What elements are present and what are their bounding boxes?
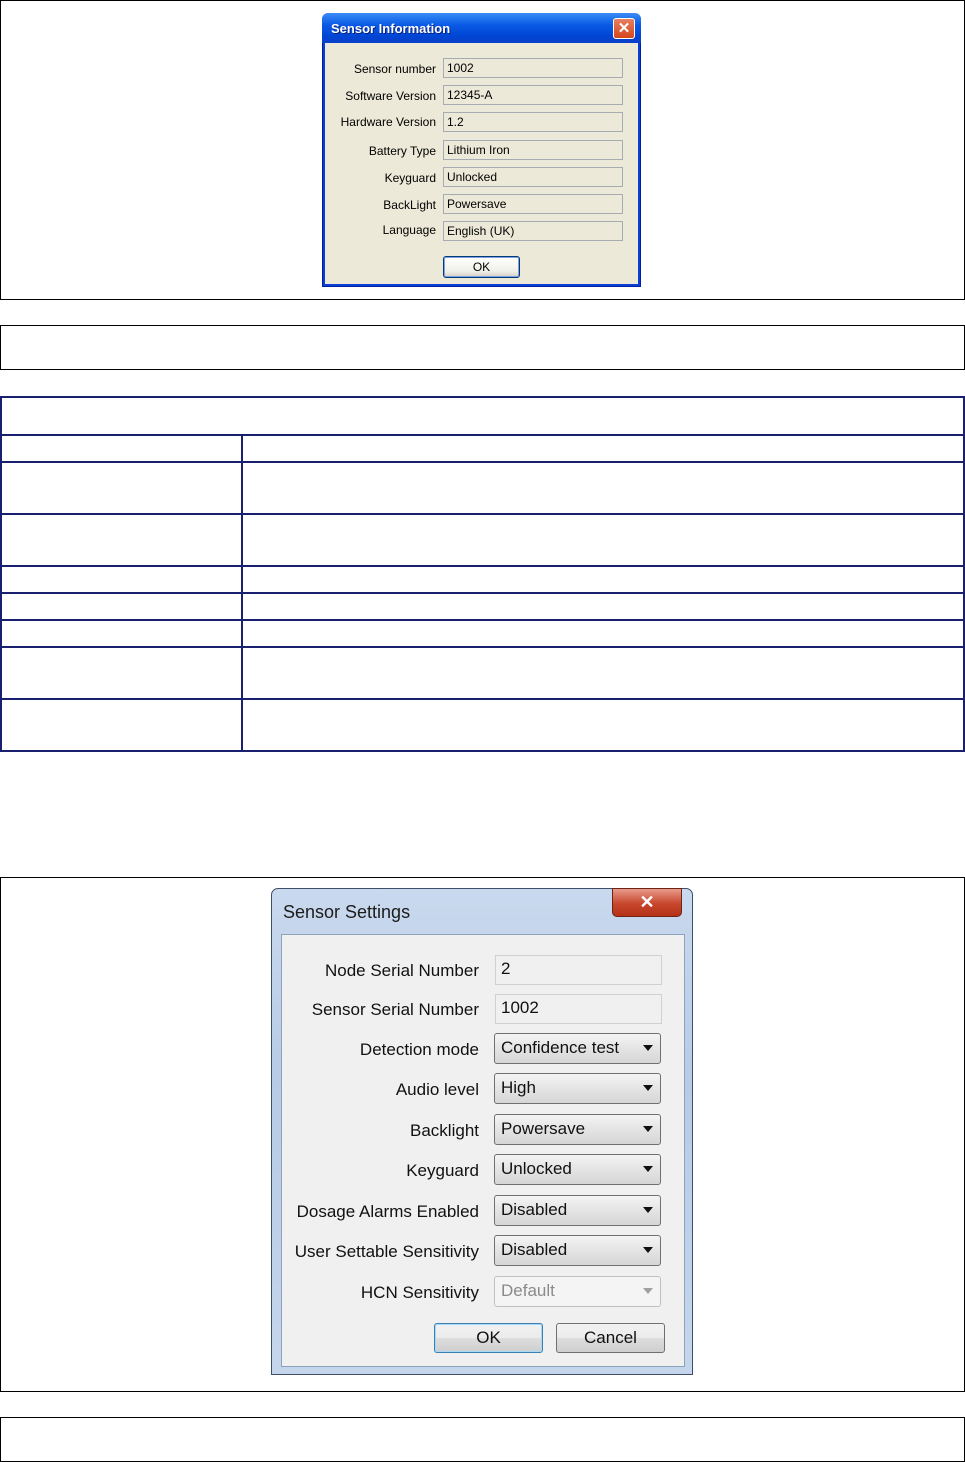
dosage-alarms-value: Disabled xyxy=(501,1200,568,1219)
label-backlight: Backlight xyxy=(410,1121,479,1140)
field-node-serial-number: 2 xyxy=(495,955,662,985)
field-software-version: 12345-A xyxy=(443,85,623,105)
sensor-settings-dialog: Sensor Settings ✕ Node Serial Number 2 S… xyxy=(271,888,693,1375)
label-battery-type: Battery Type xyxy=(368,144,436,158)
label-hardware-version: Hardware Version xyxy=(340,115,436,129)
backlight-select[interactable]: Powersave xyxy=(494,1114,661,1145)
table-row xyxy=(0,565,965,594)
label-dosage-alarms-enabled: Dosage Alarms Enabled xyxy=(296,1202,479,1221)
label-keyguard: Keyguard xyxy=(406,1161,479,1180)
detection-mode-value: Confidence test xyxy=(501,1038,620,1057)
table-row xyxy=(0,461,965,515)
label-detection-mode: Detection mode xyxy=(359,1040,479,1059)
sensor-information-dialog: Sensor Information ✕ Sensor number 1002 … xyxy=(322,13,641,287)
audio-level-value: High xyxy=(501,1078,536,1097)
label-hcn-sensitivity: HCN Sensitivity xyxy=(360,1283,479,1302)
table-row xyxy=(0,619,965,648)
parameter-table xyxy=(0,396,965,752)
label-language: Language xyxy=(382,223,436,237)
close-icon[interactable]: ✕ xyxy=(612,888,682,917)
keyguard-select[interactable]: Unlocked xyxy=(494,1154,661,1185)
ok-button[interactable]: OK xyxy=(443,256,520,278)
field-hardware-version: 1.2 xyxy=(443,112,623,132)
chevron-down-icon xyxy=(643,1085,653,1091)
label-backlight: BackLight xyxy=(383,198,436,212)
table-row xyxy=(0,513,965,567)
ok-button[interactable]: OK xyxy=(434,1323,543,1353)
table-row xyxy=(0,646,965,700)
hcn-sensitivity-select: Default xyxy=(494,1276,661,1307)
table-header-row xyxy=(0,396,965,436)
chevron-down-icon xyxy=(643,1288,653,1294)
dialog-title: Sensor Settings xyxy=(283,902,411,922)
hcn-sensitivity-value: Default xyxy=(501,1281,555,1300)
label-keyguard: Keyguard xyxy=(384,171,436,185)
chevron-down-icon xyxy=(643,1247,653,1253)
detection-mode-select[interactable]: Confidence test xyxy=(494,1033,661,1064)
label-sensor-serial-number: Sensor Serial Number xyxy=(311,1000,479,1019)
chevron-down-icon xyxy=(643,1207,653,1213)
table-row xyxy=(0,434,965,463)
label-software-version: Software Version xyxy=(345,89,436,103)
dialog-body: Sensor number 1002 Software Version 1234… xyxy=(325,43,638,284)
table-row xyxy=(0,698,965,752)
cancel-button[interactable]: Cancel xyxy=(556,1323,665,1353)
caption-box-2 xyxy=(0,1417,965,1462)
label-user-settable-sensitivity: User Settable Sensitivity xyxy=(294,1242,479,1261)
chevron-down-icon xyxy=(643,1126,653,1132)
dialog-title: Sensor Information xyxy=(331,21,451,36)
close-icon[interactable]: ✕ xyxy=(613,18,635,39)
table-row xyxy=(0,592,965,621)
user-settable-sensitivity-select[interactable]: Disabled xyxy=(494,1235,661,1266)
dialog-body: Node Serial Number 2 Sensor Serial Numbe… xyxy=(281,934,685,1367)
field-keyguard: Unlocked xyxy=(443,167,623,187)
field-sensor-number: 1002 xyxy=(443,58,623,78)
user-settable-sensitivity-value: Disabled xyxy=(501,1240,568,1259)
label-sensor-number: Sensor number xyxy=(353,62,436,76)
backlight-value: Powersave xyxy=(501,1119,586,1138)
title-bar: Sensor Information ✕ xyxy=(322,13,641,43)
caption-box-1 xyxy=(0,325,965,370)
audio-level-select[interactable]: High xyxy=(494,1073,661,1104)
dosage-alarms-select[interactable]: Disabled xyxy=(494,1195,661,1226)
label-node-serial-number: Node Serial Number xyxy=(324,961,479,980)
keyguard-value: Unlocked xyxy=(501,1159,572,1178)
chevron-down-icon xyxy=(643,1166,653,1172)
label-audio-level: Audio level xyxy=(395,1080,479,1099)
field-battery-type: Lithium Iron xyxy=(443,140,623,160)
field-backlight: Powersave xyxy=(443,194,623,214)
field-sensor-serial-number: 1002 xyxy=(495,994,662,1024)
chevron-down-icon xyxy=(643,1045,653,1051)
field-language: English (UK) xyxy=(443,221,623,241)
